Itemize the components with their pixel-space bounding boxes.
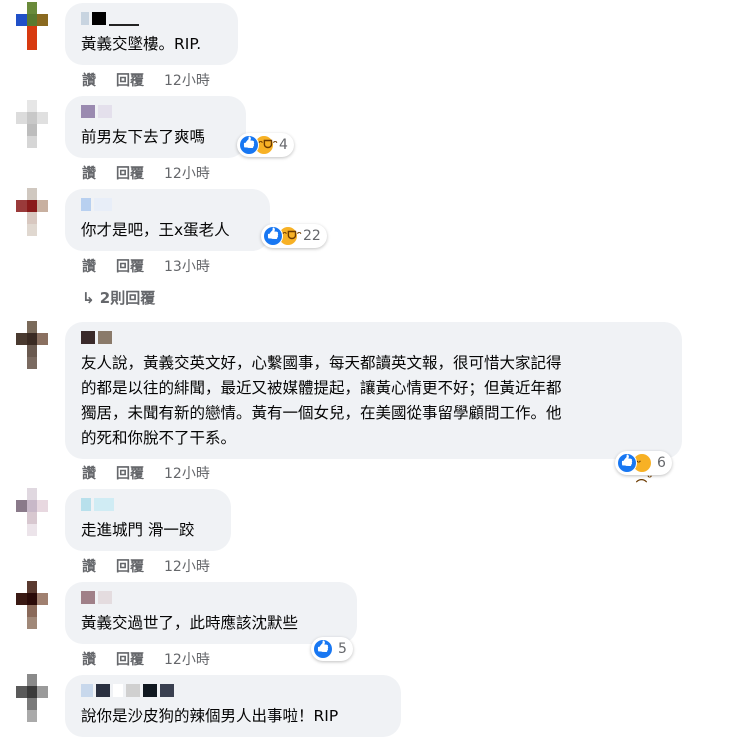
comment-bubble: 友人說，黃義交英文好，心繫國事，每天都讀英文報，很可惜大家記得 的都是以往的緋聞… — [65, 322, 682, 459]
comment-text: 你才是吧，王x蛋老人 — [81, 221, 230, 239]
reaction-summary[interactable]: ᵕ︵ᵕ 6 — [615, 451, 672, 484]
comment-bubble: 走進城門 滑一跤 — [65, 489, 231, 551]
comment-actions: 讚 回覆 12小時 — [82, 70, 210, 90]
timestamp[interactable]: 12小時 — [164, 70, 210, 90]
like-button[interactable]: 讚 — [82, 163, 96, 183]
timestamp[interactable]: 12小時 — [164, 163, 210, 183]
reply-button[interactable]: 回覆 — [116, 163, 144, 183]
reaction-summary[interactable]: ᵔᗜᵔ 22 — [261, 224, 327, 248]
reaction-count: 5 — [338, 641, 347, 657]
avatar[interactable] — [16, 188, 48, 236]
redacted-author-name[interactable] — [81, 590, 345, 605]
timestamp[interactable]: 13小時 — [164, 256, 210, 276]
comment-text: 黃義交墜樓。RIP. — [81, 35, 202, 53]
avatar[interactable] — [16, 100, 48, 148]
timestamp[interactable]: 12小時 — [164, 649, 210, 669]
like-reaction-icon — [239, 135, 259, 155]
like-button[interactable]: 讚 — [82, 70, 96, 90]
like-button[interactable]: 讚 — [82, 556, 96, 576]
comment-bubble: 前男友下去了爽嗎 — [65, 96, 246, 158]
redacted-author-name[interactable] — [81, 497, 219, 512]
comment-text: 黃義交過世了，此時應該沈默些 — [81, 614, 299, 632]
reply-button[interactable]: 回覆 — [116, 649, 144, 669]
avatar[interactable] — [16, 488, 48, 536]
reaction-summary[interactable]: 5 — [311, 637, 353, 661]
comment-bubble: 說你是沙皮狗的辣個男人出事啦！RIP — [65, 675, 401, 737]
like-button[interactable]: 讚 — [82, 649, 96, 669]
redacted-author-name[interactable] — [81, 683, 389, 698]
reply-button[interactable]: 回覆 — [116, 256, 144, 276]
comment-actions: 讚 回覆 13小時 — [82, 256, 210, 276]
like-button[interactable]: 讚 — [82, 463, 96, 483]
reaction-count: 6 — [657, 455, 666, 471]
comment-bubble: 黃義交過世了，此時應該沈默些 — [65, 582, 357, 644]
redacted-author-name[interactable] — [81, 330, 670, 345]
reaction-summary[interactable]: ᵔᗜᵔ 4 — [237, 133, 294, 157]
comment-actions: 讚 回覆 12小時 — [82, 556, 210, 576]
reaction-count: 22 — [303, 228, 321, 244]
reply-button[interactable]: 回覆 — [116, 463, 144, 483]
comment-actions: 讚 回覆 12小時 — [82, 163, 210, 183]
view-replies-link[interactable]: ↳ 2則回覆 — [82, 287, 155, 308]
avatar[interactable] — [16, 2, 48, 50]
comment-bubble: 你才是吧，王x蛋老人 — [65, 189, 270, 251]
avatar[interactable] — [16, 674, 48, 722]
comment-bubble: 黃義交墜樓。RIP. — [65, 3, 238, 65]
timestamp[interactable]: 12小時 — [164, 463, 210, 483]
redacted-author-name[interactable] — [81, 104, 234, 119]
redacted-author-name[interactable] — [81, 11, 226, 26]
timestamp[interactable]: 12小時 — [164, 556, 210, 576]
comment-text: 友人說，黃義交英文好，心繫國事，每天都讀英文報，很可惜大家記得 的都是以往的緋聞… — [81, 354, 562, 447]
reply-button[interactable]: 回覆 — [116, 556, 144, 576]
like-reaction-icon — [263, 226, 283, 246]
comment-actions: 讚 回覆 12小時 — [82, 463, 210, 483]
like-button[interactable]: 讚 — [82, 256, 96, 276]
avatar[interactable] — [16, 321, 48, 369]
comment-text: 說你是沙皮狗的辣個男人出事啦！RIP — [81, 707, 339, 725]
comment-text: 前男友下去了爽嗎 — [81, 128, 206, 146]
reaction-count: 4 — [279, 137, 288, 153]
like-reaction-icon — [313, 639, 333, 659]
avatar[interactable] — [16, 581, 48, 629]
redacted-author-name[interactable] — [81, 197, 258, 212]
comment-text: 走進城門 滑一跤 — [81, 521, 195, 539]
reply-button[interactable]: 回覆 — [116, 70, 144, 90]
like-reaction-icon — [617, 453, 637, 473]
comment-actions: 讚 回覆 12小時 — [82, 649, 210, 669]
